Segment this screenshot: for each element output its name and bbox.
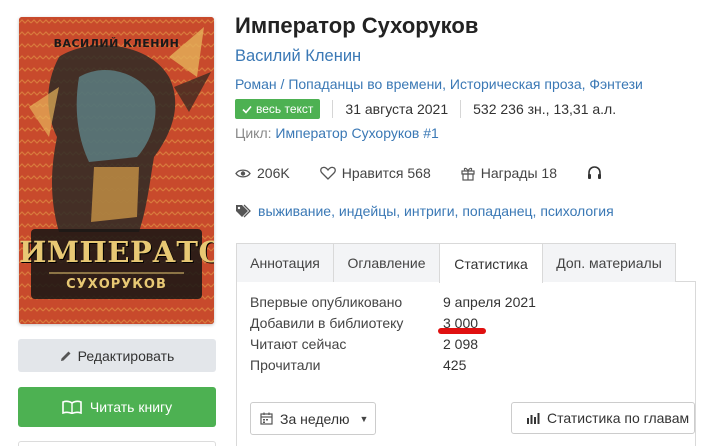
edit-button[interactable]: Редактировать bbox=[18, 339, 216, 372]
tags-icon bbox=[236, 204, 251, 218]
edit-button-label: Редактировать bbox=[77, 347, 175, 364]
likes-count: Нравится 568 bbox=[341, 165, 431, 181]
book-cover[interactable]: ВАСИЛИЙ КЛЕНИН ИМПЕРАТОР СУХОРУКОВ bbox=[19, 17, 214, 324]
meta-row: весь текст 31 августа 2021 532 236 зн., … bbox=[235, 98, 616, 120]
secondary-button[interactable] bbox=[18, 441, 216, 446]
stat-value: 2 098 bbox=[443, 336, 479, 352]
check-icon bbox=[242, 105, 252, 114]
stat-value: 425 bbox=[443, 357, 467, 373]
genre-link[interactable]: Фэнтези bbox=[589, 76, 643, 92]
tab-label: Оглавление bbox=[347, 255, 426, 271]
eye-icon bbox=[235, 168, 251, 178]
book-title: Император Сухоруков bbox=[235, 13, 479, 38]
tab-statistics[interactable]: Статистика bbox=[439, 243, 543, 283]
cycle-label: Цикл: bbox=[235, 125, 272, 141]
pencil-icon bbox=[60, 351, 71, 361]
stats-row: 206K Нравится 568 Награды 18 bbox=[235, 162, 632, 184]
open-book-icon bbox=[62, 400, 82, 414]
stat-value: 9 апреля 2021 bbox=[443, 294, 536, 310]
tab-label: Аннотация bbox=[250, 255, 320, 271]
stat-label: Прочитали bbox=[250, 357, 321, 373]
badge-label: весь текст bbox=[256, 102, 314, 116]
cover-title: ИМПЕРАТОР bbox=[19, 235, 214, 269]
tab-contents[interactable]: Оглавление bbox=[333, 243, 440, 282]
tab-extra-materials[interactable]: Доп. материалы bbox=[542, 243, 676, 282]
awards-count: Награды 18 bbox=[480, 165, 558, 181]
tab-label: Доп. материалы bbox=[556, 255, 662, 271]
divider bbox=[332, 100, 334, 118]
chevron-down-icon: ▼ bbox=[359, 413, 369, 424]
stat-label: Добавили в библиотеку bbox=[250, 315, 404, 331]
divider bbox=[460, 100, 462, 118]
cover-subtitle: СУХОРУКОВ bbox=[66, 277, 167, 292]
author-link[interactable]: Василий Кленин bbox=[235, 47, 361, 66]
heart-icon bbox=[319, 166, 336, 180]
cover-author: ВАСИЛИЙ КЛЕНИН bbox=[53, 37, 180, 50]
views-count: 206K bbox=[257, 165, 290, 181]
publish-date: 31 августа 2021 bbox=[345, 101, 449, 117]
likes-stat[interactable]: Нравится 568 bbox=[319, 165, 431, 181]
tab-annotation[interactable]: Аннотация bbox=[236, 243, 334, 282]
genre-link[interactable]: Попаданцы во времени bbox=[288, 76, 442, 92]
period-dropdown[interactable]: За неделю ▼ bbox=[250, 402, 376, 435]
genre-link[interactable]: Роман bbox=[235, 76, 277, 92]
book-page: ВАСИЛИЙ КЛЕНИН ИМПЕРАТОР СУХОРУКОВ Редак… bbox=[0, 0, 712, 446]
genre-link[interactable]: Историческая проза bbox=[450, 76, 582, 92]
gift-icon bbox=[461, 167, 475, 181]
read-book-button[interactable]: Читать книгу bbox=[18, 387, 216, 427]
book-size: 532 236 зн., 13,31 а.л. bbox=[473, 101, 617, 117]
stat-label: Впервые опубликовано bbox=[250, 294, 403, 310]
cycle-link[interactable]: Император Сухоруков #1 bbox=[275, 125, 438, 141]
bar-chart-icon bbox=[527, 412, 540, 424]
tag-links[interactable]: выживание, индейцы, интриги, попаданец, … bbox=[258, 203, 614, 219]
genre-list: Роман / Попаданцы во времени, Историческ… bbox=[235, 76, 643, 92]
headphones-icon bbox=[588, 166, 602, 179]
period-value: За неделю bbox=[280, 410, 350, 427]
red-highlight-mark bbox=[438, 328, 486, 334]
chapter-stats-button[interactable]: Статистика по главам bbox=[511, 402, 695, 434]
tags-row: выживание, индейцы, интриги, попаданец, … bbox=[235, 203, 614, 219]
tab-bar: Аннотация Оглавление Статистика Доп. мат… bbox=[236, 243, 696, 283]
cycle-row: Цикл: Император Сухоруков #1 bbox=[235, 125, 439, 141]
views-stat: 206K bbox=[235, 165, 290, 181]
audio-stat[interactable] bbox=[587, 166, 602, 180]
chapter-stats-label: Статистика по главам bbox=[547, 410, 690, 426]
calendar-icon bbox=[260, 412, 273, 425]
tab-label: Статистика bbox=[454, 255, 528, 272]
stat-label: Читают сейчас bbox=[250, 336, 347, 352]
status-badge: весь текст bbox=[235, 99, 321, 119]
awards-stat[interactable]: Награды 18 bbox=[461, 165, 557, 181]
read-button-label: Читать книгу bbox=[89, 399, 173, 415]
